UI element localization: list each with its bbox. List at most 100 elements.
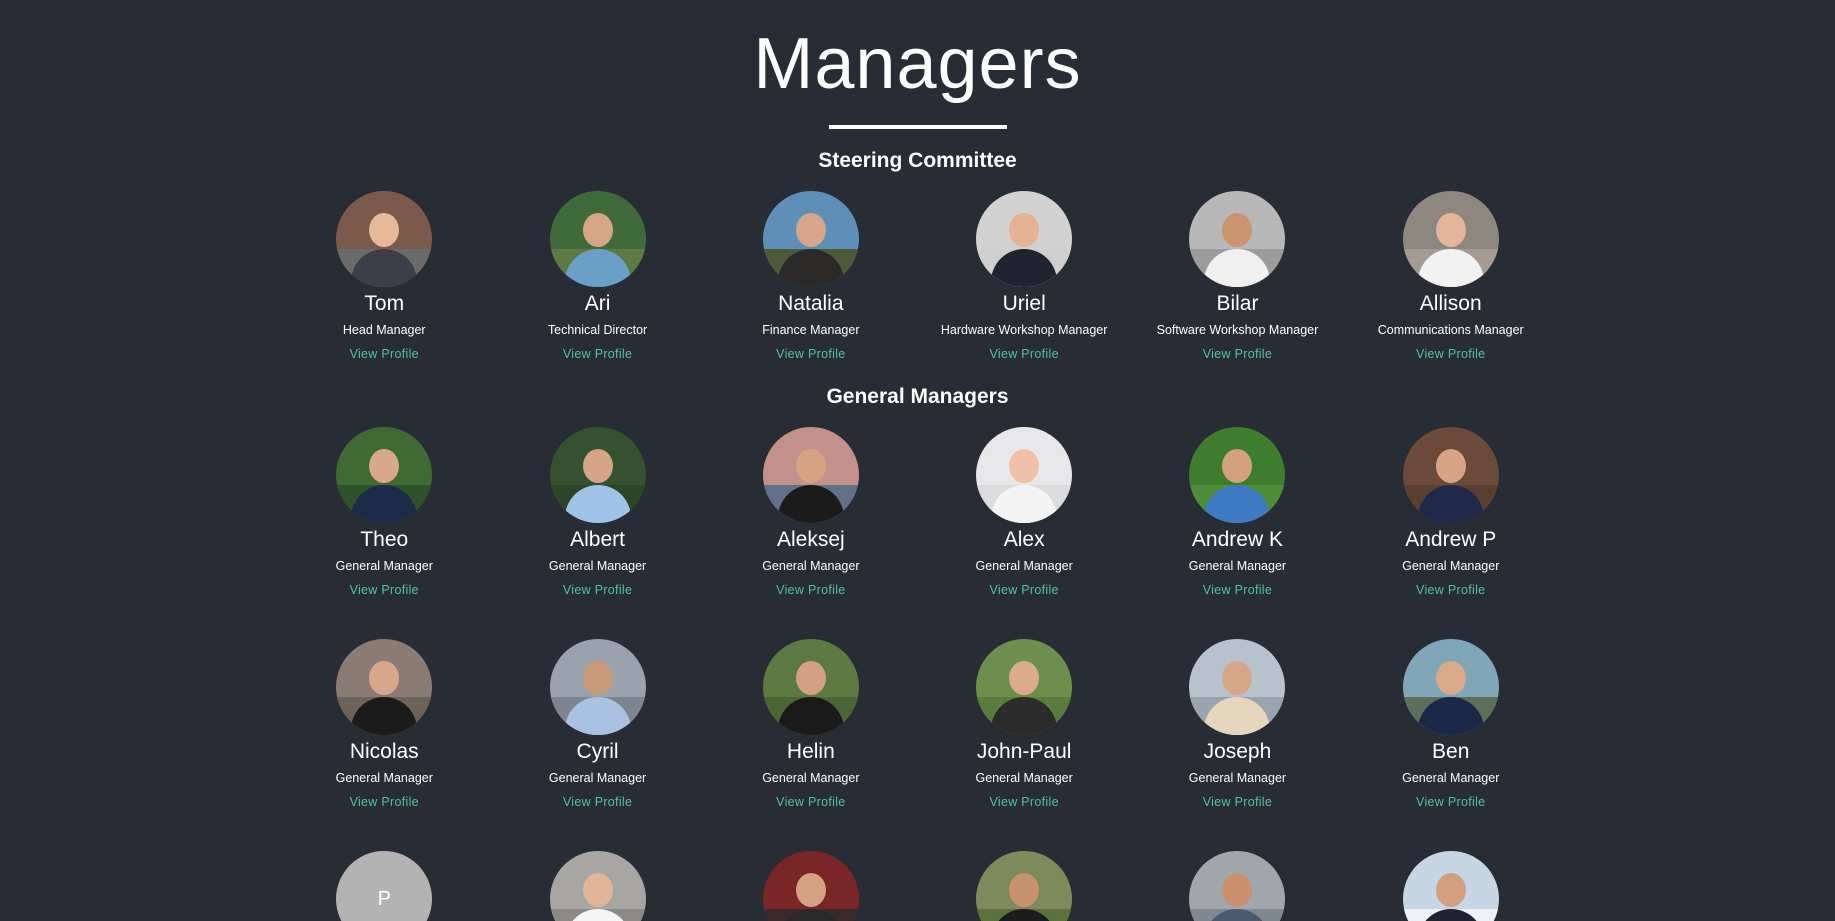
view-profile-link[interactable]: View Profile [989,347,1058,361]
view-profile-link[interactable]: View Profile [563,795,632,809]
avatar[interactable]: P [336,851,433,921]
manager-card: P [278,851,491,921]
avatar[interactable] [1189,639,1286,735]
manager-card: Theo General Manager View Profile [278,427,491,597]
avatar-head [795,873,826,907]
manager-name: Ari [584,292,611,315]
manager-card: Aleksej General Manager View Profile [704,427,917,597]
avatar-head [369,213,400,247]
avatar-head [582,213,613,247]
manager-card: Helin General Manager View Profile [704,639,917,809]
avatar[interactable] [762,851,859,921]
avatar[interactable] [1402,851,1499,921]
manager-role: General Manager [1188,771,1287,785]
general-managers-grid: Theo General Manager View Profile Albert Gen… [0,427,1835,921]
avatar[interactable] [1402,639,1499,735]
view-profile-link[interactable]: View Profile [776,347,845,361]
manager-role: General Manager [1402,771,1500,785]
avatar[interactable] [549,191,646,287]
manager-name: Andrew P [1405,528,1497,551]
view-profile-link[interactable]: View Profile [1203,347,1272,361]
avatar-head [582,873,613,907]
steering-committee-grid: Tom Head Manager View Profile Ari Technical … [0,191,1835,361]
avatar[interactable] [762,191,859,287]
manager-card: Tom Head Manager View Profile [278,191,491,361]
manager-card: Natalia Finance Manager View Profile [704,191,917,361]
manager-card: Bilar Software Workshop Manager View Profi… [1131,191,1344,361]
manager-name: Theo [360,528,409,551]
manager-row: P [0,851,1835,921]
avatar-head [1009,449,1040,483]
avatar-head [795,449,826,483]
avatar[interactable] [1189,851,1286,921]
manager-card: John-Paul General Manager View Profile [918,639,1131,809]
avatar-head [1435,213,1466,247]
view-profile-link[interactable]: View Profile [776,795,845,809]
steering-committee-heading: Steering Committee [818,149,1017,172]
view-profile-link[interactable]: View Profile [989,795,1058,809]
manager-role: General Manager [975,559,1073,573]
view-profile-link[interactable]: View Profile [350,795,419,809]
manager-role: Head Manager [342,323,426,337]
avatar-head [1009,873,1040,907]
manager-card: Alex General Manager View Profile [918,427,1131,597]
general-managers-heading: General Managers [826,385,1009,408]
view-profile-link[interactable]: View Profile [989,583,1058,597]
view-profile-link[interactable]: View Profile [1203,795,1272,809]
avatar-head [1435,873,1466,907]
manager-name: Uriel [1002,292,1046,315]
manager-card: Joseph General Manager View Profile [1131,639,1344,809]
title-underline [828,125,1007,129]
avatar-head [1222,661,1253,695]
avatar-head [582,449,613,483]
manager-role: General Manager [548,771,647,785]
manager-name: Andrew K [1191,528,1283,551]
managers-page: Managers Steering Committee Tom Head Mana… [0,0,1835,921]
avatar[interactable] [976,639,1073,735]
manager-name: Tom [364,292,405,315]
view-profile-link[interactable]: View Profile [563,583,632,597]
manager-name: John-Paul [976,740,1072,763]
avatar[interactable] [336,427,433,523]
manager-role: General Manager [335,771,433,785]
avatar[interactable] [549,427,646,523]
view-profile-link[interactable]: View Profile [350,583,419,597]
manager-card: Andrew P General Manager View Profile [1344,427,1557,597]
manager-card [491,851,704,921]
view-profile-link[interactable]: View Profile [1416,583,1485,597]
manager-card: Nicolas General Manager View Profile [278,639,491,809]
manager-role: General Manager [1188,559,1287,573]
header: Managers [0,0,1835,129]
manager-row: Theo General Manager View Profile Albert Gen… [0,427,1835,597]
view-profile-link[interactable]: View Profile [1203,583,1272,597]
manager-card: Albert General Manager View Profile [491,427,704,597]
view-profile-link[interactable]: View Profile [563,347,632,361]
avatar[interactable] [1402,191,1499,287]
manager-role: General Manager [762,559,860,573]
manager-card [918,851,1131,921]
avatar[interactable] [762,639,859,735]
avatar[interactable] [336,639,433,735]
avatar[interactable] [976,427,1073,523]
manager-name: Ben [1432,740,1470,763]
avatar[interactable] [336,191,433,287]
avatar[interactable] [549,639,646,735]
page-title: Managers [753,24,1082,104]
avatar-head [1222,213,1253,247]
avatar[interactable] [976,851,1073,921]
manager-role: Hardware Workshop Manager [940,323,1108,337]
view-profile-link[interactable]: View Profile [1416,795,1485,809]
avatar[interactable] [549,851,646,921]
manager-card: Andrew K General Manager View Profile [1131,427,1344,597]
avatar[interactable] [976,191,1073,287]
avatar[interactable] [1189,427,1286,523]
view-profile-link[interactable]: View Profile [776,583,845,597]
view-profile-link[interactable]: View Profile [350,347,419,361]
avatar[interactable] [762,427,859,523]
avatar[interactable] [1402,427,1499,523]
manager-role: General Manager [548,559,647,573]
avatar[interactable] [1189,191,1286,287]
view-profile-link[interactable]: View Profile [1416,347,1485,361]
manager-card: Ben General Manager View Profile [1344,639,1557,809]
avatar-head [369,661,400,695]
